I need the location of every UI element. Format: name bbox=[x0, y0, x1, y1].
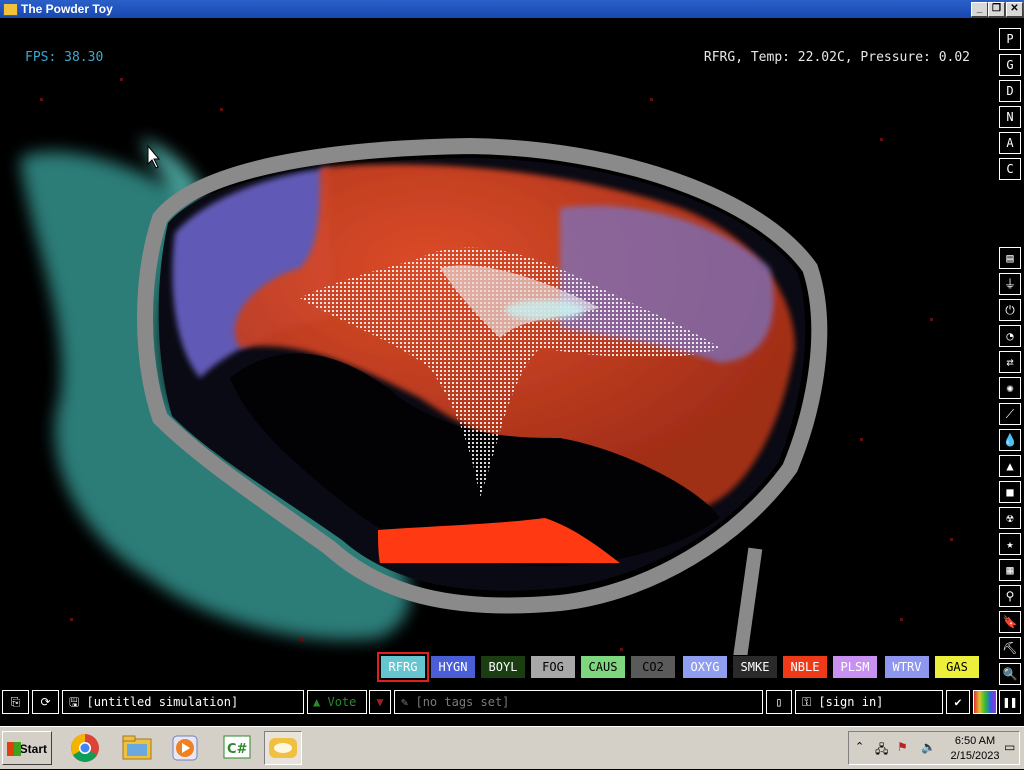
rainbow-icon bbox=[974, 691, 996, 713]
tags-text: [no tags set] bbox=[415, 695, 510, 709]
show-hidden-icons-icon[interactable]: ⌃ bbox=[855, 740, 864, 753]
action-center-icon[interactable]: ⚑ bbox=[897, 740, 908, 754]
color-menu-c[interactable]: C bbox=[999, 158, 1021, 180]
start-button[interactable]: Start bbox=[2, 731, 52, 765]
window-title: The Powder Toy bbox=[21, 2, 113, 16]
thumb-up-icon: ▲ bbox=[313, 695, 321, 709]
vote-down-button[interactable]: ▼ bbox=[369, 690, 391, 714]
reload-icon: ⟳ bbox=[40, 695, 51, 709]
vote-label: Vote bbox=[327, 695, 357, 709]
element-fog[interactable]: FOG bbox=[530, 655, 576, 679]
special-icon[interactable]: ★ bbox=[999, 533, 1021, 555]
csharp-icon[interactable]: C# bbox=[218, 731, 256, 765]
element-smke[interactable]: SMKE bbox=[732, 655, 778, 679]
gravity-menu-g[interactable]: G bbox=[999, 54, 1021, 76]
pause-button[interactable]: ❚❚ bbox=[999, 690, 1021, 714]
element-gas[interactable]: GAS bbox=[934, 655, 980, 679]
open-save-button[interactable]: ⎘ bbox=[2, 690, 29, 714]
display-menu-d[interactable]: D bbox=[999, 80, 1021, 102]
close-button[interactable]: ✕ bbox=[1006, 2, 1023, 17]
sign-in-label: [sign in] bbox=[818, 695, 884, 709]
element-rfrg[interactable]: RFRG bbox=[377, 652, 429, 682]
volume-icon[interactable]: 🔈 bbox=[921, 740, 936, 754]
game-of-life-icon[interactable]: ▦ bbox=[999, 559, 1021, 581]
reload-button[interactable]: ⟳ bbox=[32, 690, 59, 714]
element-plsm[interactable]: PLSM bbox=[832, 655, 878, 679]
save-icon: 🖫 bbox=[69, 695, 80, 709]
element-caus[interactable]: CAUS bbox=[580, 655, 626, 679]
chrome-icon[interactable] bbox=[66, 731, 104, 765]
walls-icon[interactable]: ▤ bbox=[999, 247, 1021, 269]
radioactive-icon[interactable]: ☢ bbox=[999, 507, 1021, 529]
liquids-icon[interactable]: 💧 bbox=[999, 429, 1021, 451]
save-simulation-button[interactable]: 🖫 [untitled simulation] bbox=[62, 690, 304, 714]
tag-icon: ✎ bbox=[401, 695, 409, 709]
simulation-options-button[interactable]: ✔ bbox=[946, 690, 970, 714]
network-icon[interactable]: 🖧 bbox=[875, 740, 888, 761]
element-hygn[interactable]: HYGN bbox=[430, 655, 476, 679]
svg-text:C#: C# bbox=[227, 742, 248, 757]
element-oxyg[interactable]: OXYG bbox=[682, 655, 728, 679]
hud-info: RFRG, Temp: 22.02C, Pressure: 0.02 bbox=[703, 50, 970, 65]
document-icon: ▯ bbox=[775, 695, 783, 709]
force-icon[interactable]: ⇄ bbox=[999, 351, 1021, 373]
start-label: Start bbox=[19, 742, 47, 756]
clock-date: 2/15/2023 bbox=[950, 750, 1000, 762]
explorer-icon[interactable] bbox=[118, 731, 156, 765]
electronics-icon[interactable]: ⏚ bbox=[999, 273, 1021, 295]
folder-icon: ⎘ bbox=[10, 695, 21, 709]
tools-icon[interactable]: ⚲ bbox=[999, 585, 1021, 607]
fps-counter: FPS: 38.30 bbox=[25, 50, 104, 65]
windows-logo-icon bbox=[7, 742, 21, 756]
powered-icon[interactable]: ⏻ bbox=[999, 299, 1021, 321]
pause-icon: ❚❚ bbox=[1002, 695, 1018, 709]
gases-icon[interactable]: ⟋ bbox=[999, 403, 1021, 425]
powder-toy-icon bbox=[3, 3, 18, 16]
ambient-menu-a[interactable]: A bbox=[999, 132, 1021, 154]
sensors-icon[interactable]: ◔ bbox=[999, 325, 1021, 347]
element-nble[interactable]: NBLE bbox=[782, 655, 828, 679]
media-player-icon[interactable] bbox=[166, 731, 204, 765]
powder-toy-icon[interactable] bbox=[264, 731, 302, 765]
pause-menu-p[interactable]: P bbox=[999, 28, 1021, 50]
options-icon: ✔ bbox=[954, 695, 962, 709]
login-button[interactable]: ⚿ [sign in] bbox=[795, 690, 943, 714]
element-boyl[interactable]: BOYL bbox=[480, 655, 526, 679]
simulation-canvas[interactable]: FPS: 38.30 RFRG, Temp: 22.02C, Pressure:… bbox=[0, 18, 1024, 688]
report-button[interactable]: ▯ bbox=[766, 690, 792, 714]
decoration-icon[interactable]: ⛏ bbox=[999, 637, 1021, 659]
element-co2[interactable]: CO2 bbox=[630, 655, 676, 679]
solids-icon[interactable]: ■ bbox=[999, 481, 1021, 503]
newtonian-menu-n[interactable]: N bbox=[999, 106, 1021, 128]
maximize-button[interactable]: ❐ bbox=[988, 2, 1005, 17]
favorites-icon[interactable]: 🔖 bbox=[999, 611, 1021, 633]
render-options-button[interactable] bbox=[973, 690, 997, 714]
vote-up-button[interactable]: ▲ Vote bbox=[307, 690, 367, 714]
tags-button[interactable]: ✎ [no tags set] bbox=[394, 690, 763, 714]
key-icon: ⚿ bbox=[802, 695, 812, 709]
clock[interactable]: 6:50 AM 2/15/2023 bbox=[945, 734, 1005, 764]
simulation-name: [untitled simulation] bbox=[86, 695, 239, 709]
window-titlebar[interactable]: The Powder Toy _ ❐ ✕ bbox=[0, 0, 1024, 18]
powders-icon[interactable]: ▲ bbox=[999, 455, 1021, 477]
explosives-icon[interactable]: ✺ bbox=[999, 377, 1021, 399]
thumb-down-icon: ▼ bbox=[376, 695, 384, 709]
search-icon[interactable]: 🔍 bbox=[999, 663, 1021, 685]
particle-render bbox=[20, 78, 953, 669]
clock-time: 6:50 AM bbox=[954, 735, 996, 747]
element-wtrv[interactable]: WTRV bbox=[884, 655, 930, 679]
minimize-button[interactable]: _ bbox=[971, 2, 988, 17]
system-tray: ⌃ 🖧 ⚑ 🔈 6:50 AM 2/15/2023 ▭ bbox=[848, 731, 1020, 765]
taskbar: Start C# ⌃ 🖧 ⚑ 🔈 6:50 AM 2/15/2023 ▭ bbox=[0, 726, 1024, 769]
display-icon[interactable]: ▭ bbox=[1004, 740, 1015, 754]
